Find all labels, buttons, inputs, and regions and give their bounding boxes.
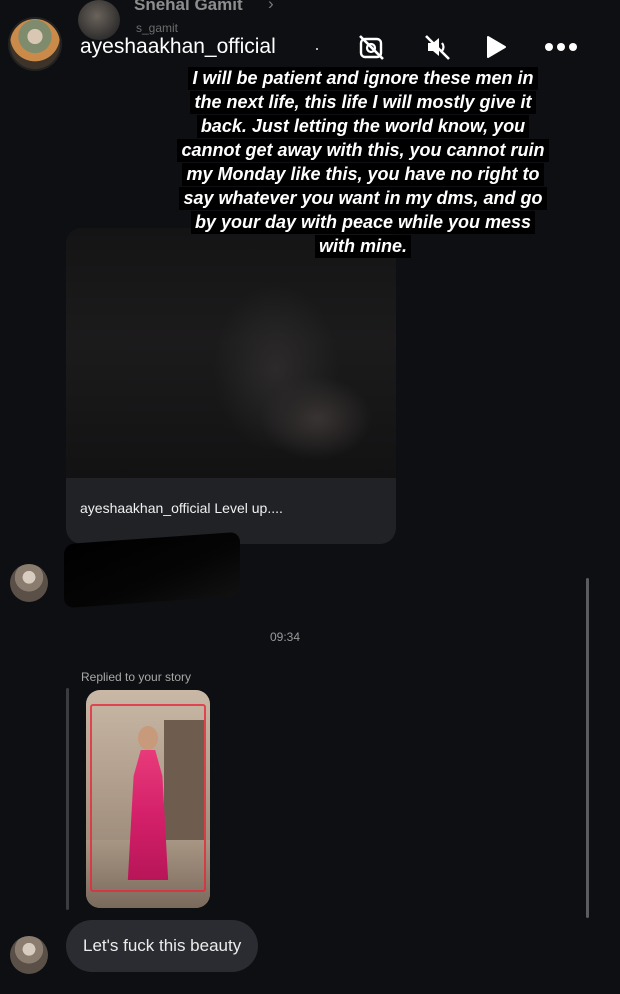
caption-line: I will be patient and ignore these men i… [188,67,538,90]
play-icon[interactable] [478,30,512,64]
scrollbar[interactable] [586,578,589,918]
contact-name[interactable]: Snehal Gamit [134,0,243,15]
caption-line: with mine. [314,235,411,258]
caption-line: cannot get away with this, you cannot ru… [177,139,549,162]
caption-line: the next life, this life I will mostly g… [190,91,536,114]
sender-avatar[interactable] [10,564,48,602]
message-text: Let's fuck this beauty [83,936,242,955]
message-bubble[interactable]: Let's fuck this beauty [66,920,259,972]
message-timestamp: 09:34 [270,630,301,644]
sender-avatar[interactable] [10,936,48,974]
story-avatar[interactable] [8,17,62,71]
mute-icon[interactable] [420,30,454,64]
more-icon[interactable] [544,30,578,64]
shared-post[interactable]: ayeshaakhan_official Level up.... [66,228,396,544]
caption-line: back. Just letting the world know, you [196,115,530,138]
reply-indicator-bar [66,688,69,910]
caption-line: by your day with peace while you mess [190,211,536,234]
story-separator: · [314,38,320,58]
redacted-message [64,531,240,609]
post-image[interactable] [66,228,396,478]
story-caption: I will be patient and ignore these men i… [124,66,602,258]
chevron-right-icon[interactable]: › [268,0,274,14]
contact-username: s_gamit [136,21,179,35]
contact-avatar[interactable] [78,0,120,40]
post-caption: ayeshaakhan_official Level up.... [80,500,283,516]
replied-to-story-label: Replied to your story [81,670,192,684]
story-thumbnail[interactable] [86,690,210,908]
no-camera-icon[interactable] [354,30,388,64]
caption-line: my Monday like this, you have no right t… [182,163,544,186]
story-username[interactable]: ayeshaakhan_official [80,35,276,59]
caption-line: say whatever you want in my dms, and go [179,187,547,210]
thumb-frame [90,704,206,892]
